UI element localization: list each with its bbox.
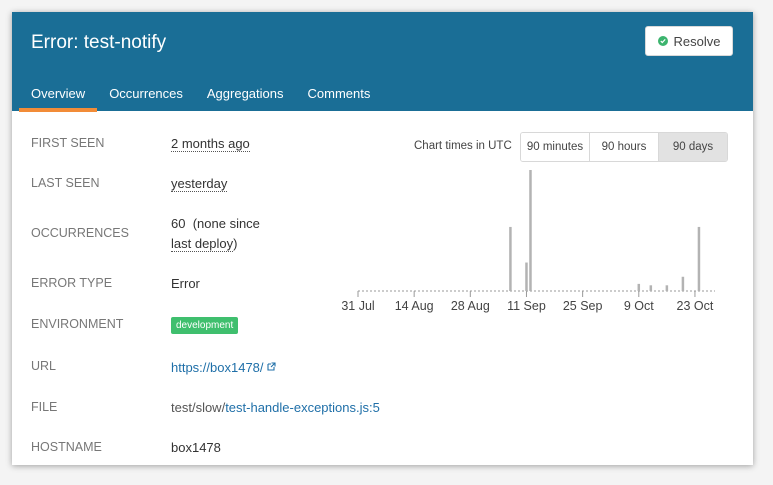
- last-seen-label: LAST SEEN: [31, 176, 100, 190]
- url-link[interactable]: https://box1478/: [171, 360, 264, 375]
- file-value: test/slow/test-handle-exceptions.js:5: [171, 400, 380, 415]
- occurrences-chart: 31 Jul 14 Aug 28 Aug 11 Sep 25 Sep 9 Oct 23 Oc…: [341, 170, 715, 313]
- occurrences-note: (none since: [192, 216, 260, 231]
- tab-aggregations[interactable]: Aggregations: [195, 86, 296, 111]
- file-label: FILE: [31, 400, 58, 414]
- occurrences-label: OCCURRENCES: [31, 226, 129, 240]
- tab-occurrences[interactable]: Occurrences: [97, 86, 195, 111]
- hostname-value: box1478: [171, 440, 221, 455]
- last-seen-value[interactable]: yesterday: [171, 176, 228, 192]
- chart-bar[interactable]: [697, 226, 701, 291]
- tab-comments[interactable]: Comments: [296, 86, 383, 111]
- environment-badge: development: [171, 317, 239, 334]
- chart-bar[interactable]: [665, 285, 669, 291]
- tab-bar: Overview Occurrences Aggregations Commen…: [19, 86, 383, 112]
- chart-bar[interactable]: [649, 285, 653, 291]
- x-tick-label: 28 Aug: [451, 299, 490, 313]
- url-value: https://box1478/: [171, 359, 276, 375]
- error-type-value: Error: [171, 276, 200, 291]
- first-seen-value[interactable]: 2 months ago: [171, 136, 250, 152]
- first-seen-label: FIRST SEEN: [31, 136, 105, 150]
- x-tick-label: 9 Oct: [624, 299, 654, 313]
- environment-value: development: [171, 316, 239, 334]
- occurrences-close: ): [233, 236, 238, 251]
- hostname-label: HOSTNAME: [31, 440, 102, 454]
- x-tick-label: 14 Aug: [395, 299, 434, 313]
- occurrences-value-line2: last deploy): [171, 236, 238, 252]
- x-tick-label: 23 Oct: [677, 299, 714, 313]
- occurrences-value: 60 (none since: [171, 216, 260, 231]
- url-label: URL: [31, 359, 57, 373]
- resolve-label: Resolve: [673, 33, 721, 49]
- x-tick-label: 31 Jul: [341, 299, 374, 313]
- chart-bar[interactable]: [509, 226, 512, 291]
- external-link-icon[interactable]: [266, 359, 276, 374]
- occurrences-count: 60: [171, 216, 186, 231]
- file-link[interactable]: test-handle-exceptions.js:5: [225, 400, 380, 415]
- chart-bar[interactable]: [529, 170, 532, 291]
- chart-bar[interactable]: [681, 276, 685, 291]
- file-prefix: test/slow/: [171, 400, 226, 415]
- last-deploy-link[interactable]: last deploy: [171, 236, 234, 252]
- error-type-label: ERROR TYPE: [31, 276, 113, 290]
- range-90-days[interactable]: 90 days: [659, 133, 727, 161]
- check-circle-icon: [657, 36, 668, 46]
- environment-label: ENVIRONMENT: [31, 317, 124, 331]
- range-90-hours[interactable]: 90 hours: [590, 133, 659, 161]
- x-tick-label: 25 Sep: [563, 299, 603, 313]
- chart-bar[interactable]: [525, 262, 528, 291]
- page-title: Error: test-notify: [31, 32, 167, 53]
- x-tick-label: 11 Sep: [507, 299, 546, 313]
- chart-bar[interactable]: [637, 283, 641, 291]
- range-90-minutes[interactable]: 90 minutes: [521, 133, 590, 161]
- chart-caption: Chart times in UTC: [414, 140, 512, 152]
- resolve-button[interactable]: Resolve: [645, 26, 733, 56]
- header-bar: Error: test-notify Resolve Overview Occu…: [12, 12, 753, 112]
- tab-overview[interactable]: Overview: [19, 86, 98, 112]
- error-card: Error: test-notify Resolve Overview Occu…: [12, 12, 753, 465]
- chart-range-selector: 90 minutes 90 hours 90 days: [520, 132, 728, 162]
